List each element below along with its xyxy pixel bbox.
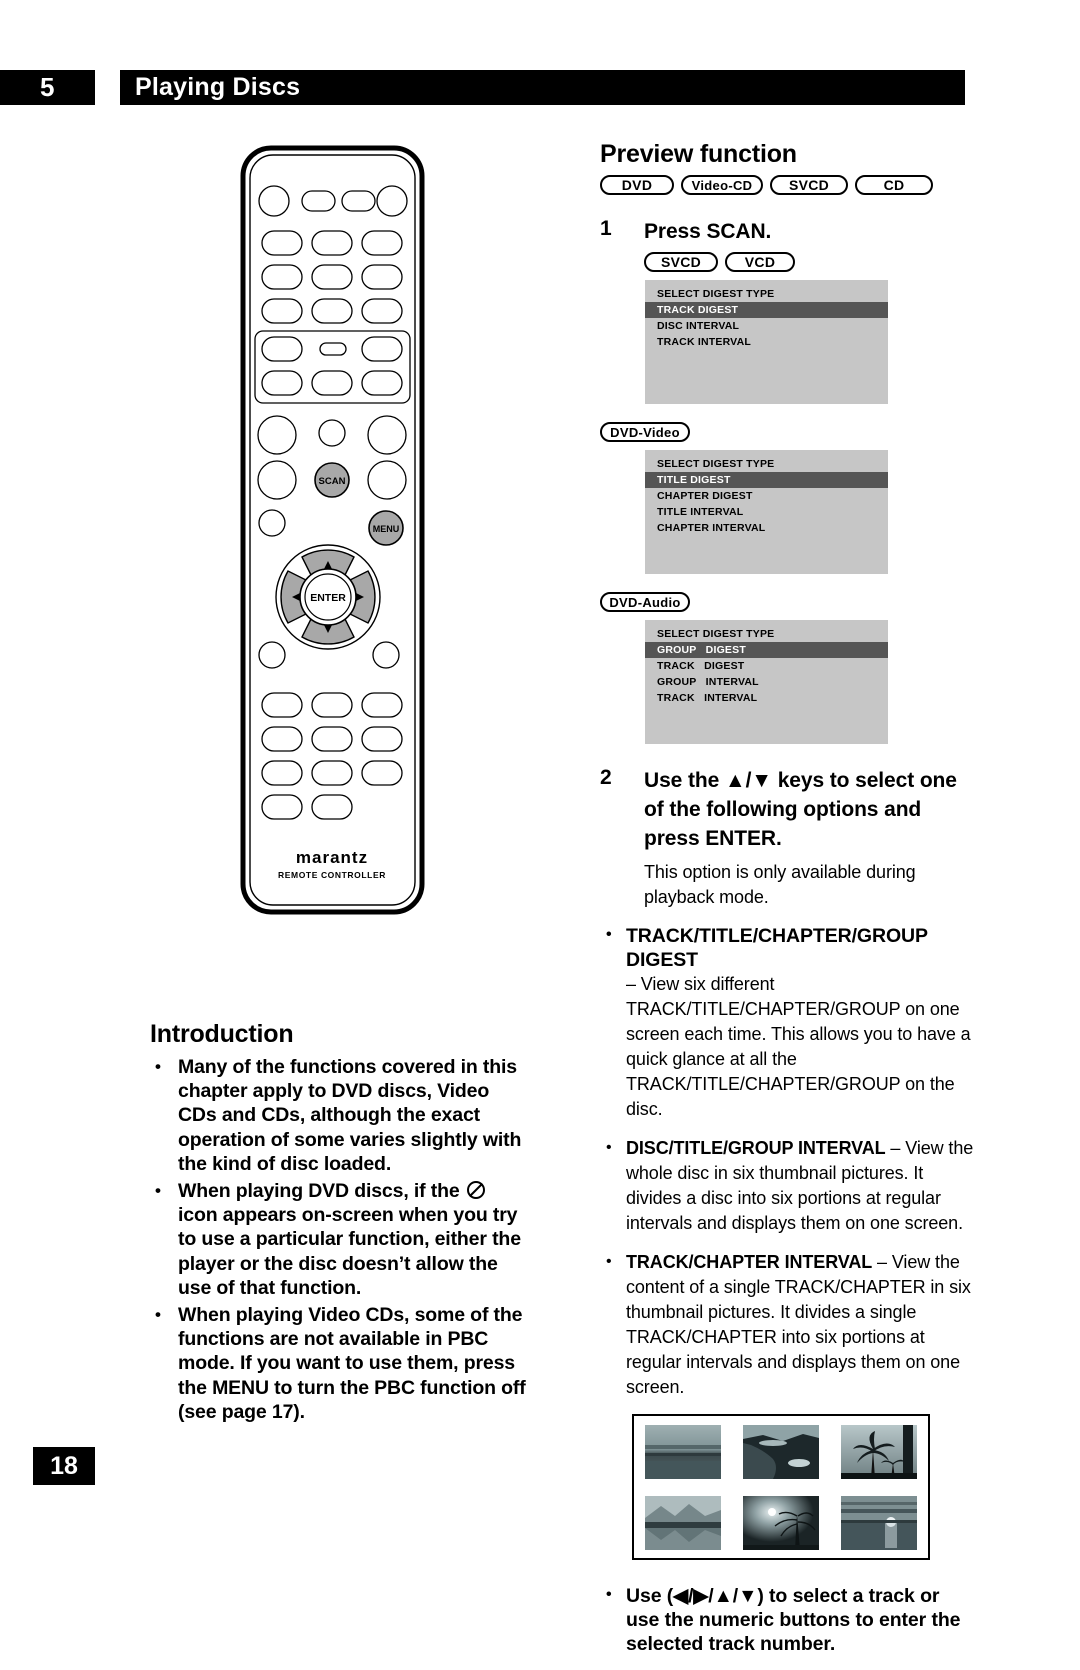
osd-dvdaudio-row-2: TRACK DIGEST <box>657 659 745 672</box>
disc-pill-dvd-audio: DVD-Audio <box>600 592 690 612</box>
osd-svcd-row-1: TRACK DIGEST <box>645 302 888 318</box>
introduction-bullet-3: When playing Video CDs, some of the func… <box>150 1303 530 1424</box>
intro-bullet-2-text-b: icon appears on-screen when you try to u… <box>178 1204 521 1299</box>
introduction-bullet-2: When playing DVD discs, if the icon appe… <box>150 1179 530 1300</box>
chapter-title: Playing Discs <box>120 70 965 105</box>
disc-pill-dvd-video: DVD-Video <box>600 422 690 442</box>
step1-pill-svcd: SVCD <box>644 252 718 272</box>
step-2-number: 2 <box>600 766 612 789</box>
introduction-bullet-1: Many of the functions covered in this ch… <box>150 1055 530 1176</box>
osd-screen-svcd: SELECT DIGEST TYPE TRACK DIGEST DISC INT… <box>645 280 888 404</box>
osd-svcd-row-2: DISC INTERVAL <box>657 319 740 332</box>
disc-pill-video-cd: Video-CD <box>681 175 763 195</box>
thumbnail-1 <box>645 1424 721 1479</box>
osd-dvdvideo-row-3: TITLE INTERVAL <box>657 505 744 518</box>
step-2-subtext: This option is only available during pla… <box>644 862 916 907</box>
option-1-body: – View six different TRACK/TITLE/CHAPTER… <box>626 974 971 1119</box>
menu-button-highlight: MENU <box>368 510 404 546</box>
option-1-title: TRACK/TITLE/CHAPTER/GROUP DIGEST <box>626 925 928 971</box>
osd-dvdvideo-row-2: CHAPTER DIGEST <box>657 489 753 502</box>
chapter-header: 5 Playing Discs <box>0 70 965 105</box>
osd-screen-dvd-video: SELECT DIGEST TYPE TITLE DIGEST CHAPTER … <box>645 450 888 574</box>
intro-bullet-2-text-a: When playing DVD discs, if the <box>178 1180 460 1203</box>
svg-text:ENTER: ENTER <box>310 592 346 604</box>
osd-dvdvideo-row-0: SELECT DIGEST TYPE <box>657 457 775 470</box>
thumbnail-2 <box>743 1424 819 1479</box>
remote-brand-label: marantz <box>296 848 368 867</box>
introduction-heading: Introduction <box>150 1020 294 1048</box>
disc-pill-cd: CD <box>855 175 933 195</box>
osd-svcd-row-0: SELECT DIGEST TYPE <box>657 287 775 300</box>
step-2: 2 Use the ▲/▼ keys to select one of the … <box>600 766 975 910</box>
option-3-body: – View the content of a single TRACK/CHA… <box>626 1252 971 1397</box>
option-disc-title-group-interval: DISC/TITLE/GROUP INTERVAL – View the who… <box>600 1135 975 1236</box>
step1-pill-row: SVCD VCD <box>644 252 975 272</box>
disc-pill-svcd: SVCD <box>770 175 848 195</box>
thumbnail-4 <box>645 1495 721 1550</box>
osd-dvdaudio-row-0: SELECT DIGEST TYPE <box>657 627 775 640</box>
dvd-video-pill-row: DVD-Video <box>600 422 975 442</box>
thumbnail-6 <box>841 1495 917 1550</box>
disc-pill-dvd: DVD <box>600 175 674 195</box>
osd-screen-dvd-audio: SELECT DIGEST TYPE GROUP DIGEST TRACK DI… <box>645 620 888 744</box>
thumbnail-grid-figure <box>632 1414 930 1560</box>
preview-function-heading: Preview function <box>600 140 797 168</box>
osd-svcd-row-3: TRACK INTERVAL <box>657 335 751 348</box>
osd-dvdaudio-row-1: GROUP DIGEST <box>645 642 888 658</box>
dvd-audio-pill-row: DVD-Audio <box>600 592 975 612</box>
final-instruction-list: Use (◀/▶/▲/▼) to select a track or use t… <box>600 1583 975 1656</box>
disc-type-pill-row: DVD Video-CD SVCD CD <box>600 175 975 195</box>
osd-dvdaudio-row-3: GROUP INTERVAL <box>657 675 759 688</box>
step-2-text: Use the ▲/▼ keys to select one of the fo… <box>644 769 957 850</box>
thumbnail-3 <box>841 1424 917 1479</box>
svg-text:SCAN: SCAN <box>319 476 346 487</box>
final-instruction-bullet: Use (◀/▶/▲/▼) to select a track or use t… <box>600 1583 975 1656</box>
thumbnail-5 <box>743 1495 819 1550</box>
digest-option-list: TRACK/TITLE/CHAPTER/GROUP DIGEST – View … <box>600 923 975 1400</box>
step-1-number: 1 <box>600 217 612 240</box>
step-1: 1 Press SCAN. <box>600 217 975 246</box>
remote-sublabel: REMOTE CONTROLLER <box>278 870 386 880</box>
introduction-section: Introduction Many of the functions cover… <box>150 1020 530 1427</box>
svg-text:MENU: MENU <box>373 524 400 534</box>
chapter-number: 5 <box>0 70 95 105</box>
introduction-bullet-list: Many of the functions covered in this ch… <box>150 1055 530 1424</box>
step-1-text: Press SCAN. <box>644 220 772 243</box>
option-track-chapter-interval: TRACK/CHAPTER INTERVAL – View the conten… <box>600 1249 975 1400</box>
osd-dvdvideo-row-4: CHAPTER INTERVAL <box>657 521 766 534</box>
scan-button-highlight: SCAN <box>314 462 350 498</box>
page-number: 18 <box>33 1447 95 1485</box>
step1-pill-vcd: VCD <box>725 252 795 272</box>
osd-dvdvideo-row-1: TITLE DIGEST <box>645 472 888 488</box>
remote-controller-illustration: SCAN MENU ENTER marantz REMOTE CONTROLLE… <box>240 145 425 915</box>
option-2-title: DISC/TITLE/GROUP INTERVAL <box>626 1138 886 1158</box>
option-track-title-chapter-group-digest: TRACK/TITLE/CHAPTER/GROUP DIGEST – View … <box>600 923 975 1122</box>
osd-dvdaudio-row-4: TRACK INTERVAL <box>657 691 758 704</box>
prohibition-icon <box>466 1181 485 1200</box>
menu-key-reference: MENU <box>212 1376 269 1399</box>
option-3-title: TRACK/CHAPTER INTERVAL <box>626 1252 873 1272</box>
right-column: Preview function DVD Video-CD SVCD CD 1 … <box>600 140 975 1670</box>
